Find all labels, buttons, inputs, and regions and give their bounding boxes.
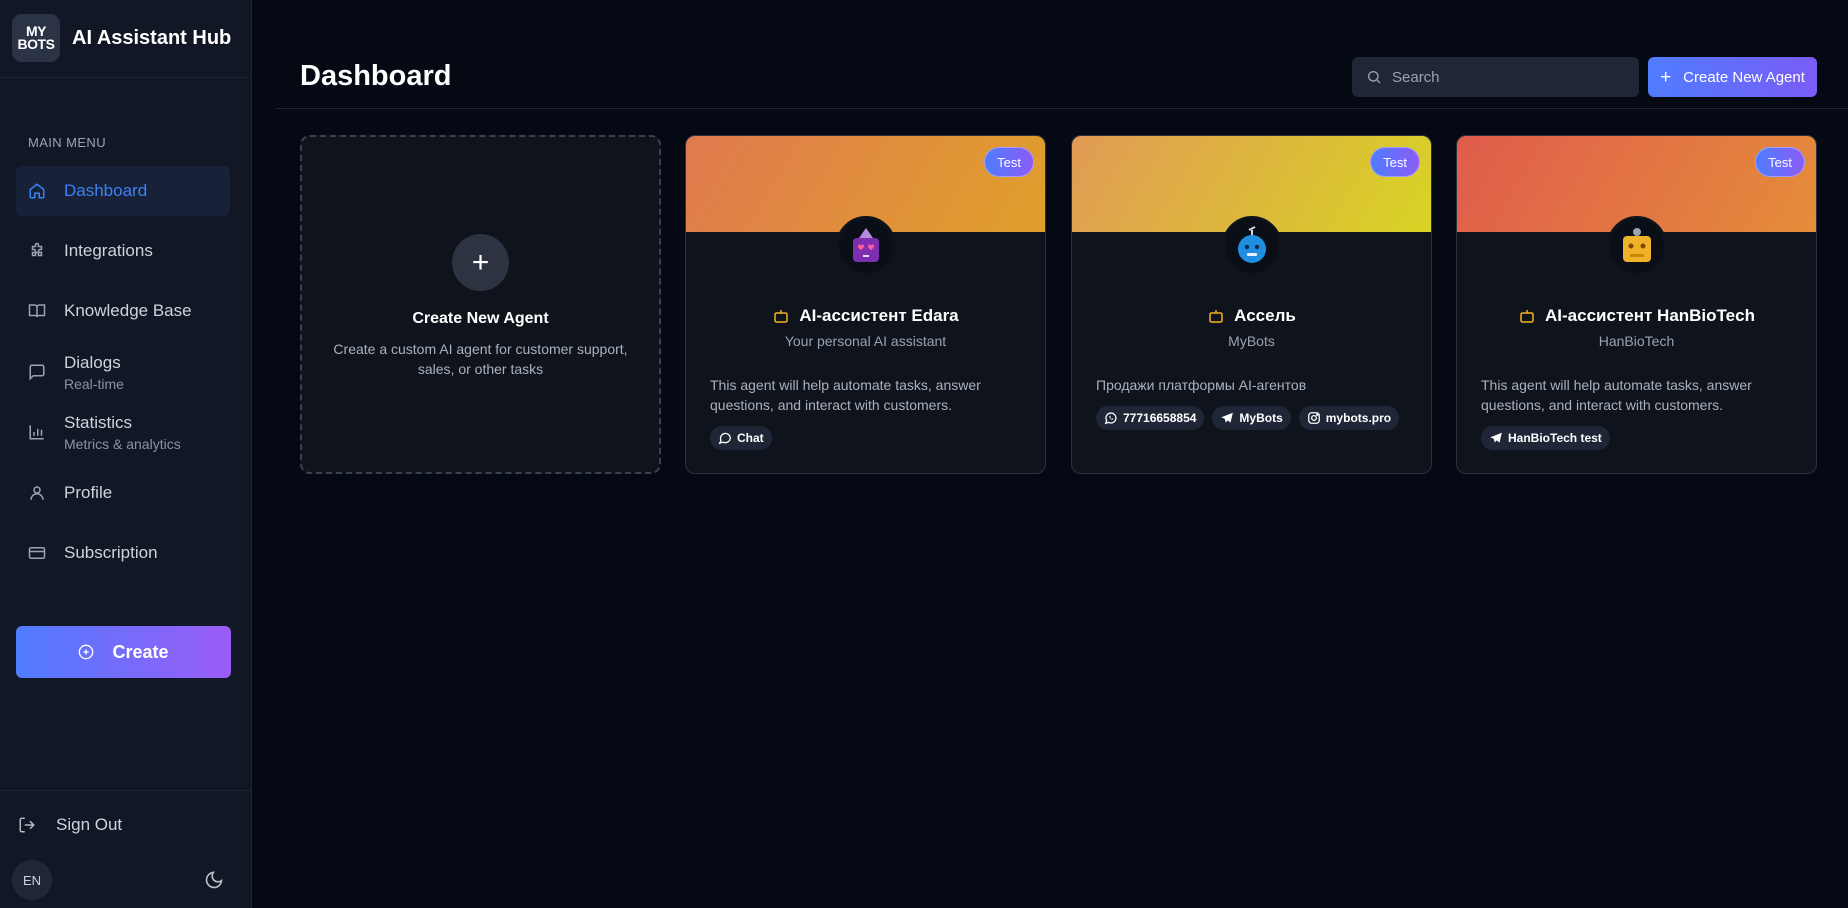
user-icon [30, 486, 44, 500]
sidebar-item-label: Subscription [64, 543, 158, 562]
status-badge: Test [1755, 147, 1805, 177]
agent-name-text: Ассель [1234, 306, 1296, 325]
sign-out-label: Sign Out [56, 815, 123, 834]
sidebar-item-integrations[interactable]: Integrations [16, 226, 230, 276]
telegram-icon [1221, 412, 1234, 423]
channel-chip-label: Chat [737, 431, 764, 445]
sidebar-item-sublabel: Metrics & analytics [64, 435, 181, 452]
sidebar-item-dashboard[interactable]: Dashboard [16, 166, 230, 216]
agent-description: This agent will help automate tasks, ans… [1481, 377, 1752, 413]
chat-icon [29, 364, 45, 381]
channel-chip[interactable]: HanBioTech test [1481, 426, 1610, 450]
channel-chip[interactable]: MyBots [1212, 406, 1291, 430]
sidebar-item-subscription[interactable]: Subscription [16, 528, 230, 578]
telegram-icon [1490, 432, 1502, 443]
sidebar-item-label: Profile [64, 483, 113, 502]
puzzle-icon [31, 242, 43, 257]
channel-chips: 77716658854 MyBots mybots.pro [1096, 406, 1400, 430]
search-icon [1368, 71, 1381, 84]
moon-icon[interactable] [204, 870, 224, 890]
sign-out-button[interactable]: Sign Out [18, 813, 122, 837]
robot-avatar-icon [1623, 228, 1651, 262]
robot-avatar-icon [1238, 226, 1266, 263]
language-switcher[interactable]: EN [12, 860, 52, 900]
agent-name-text: AI-ассистент HanBioTech [1545, 306, 1755, 325]
agent-subtitle: HanBioTech [1598, 333, 1675, 349]
header-divider [276, 108, 1848, 109]
plus-icon: + [452, 234, 509, 291]
agent-card[interactable]: Test AI-ассистент Edara Your personal AI… [685, 135, 1046, 474]
search-input[interactable] [1392, 68, 1622, 86]
robot-avatar-icon [853, 228, 879, 262]
channel-chip-label: mybots.pro [1325, 411, 1392, 425]
sidebar-item-label: Knowledge Base [64, 301, 192, 320]
channel-chips: HanBioTech test [1481, 426, 1610, 450]
whatsapp-icon [1104, 412, 1117, 425]
status-badge: Test [984, 147, 1034, 177]
instagram-icon [1307, 412, 1320, 424]
status-badge: Test [1370, 147, 1420, 177]
plus-circle-icon [79, 644, 94, 660]
create-new-agent-label: Create New Agent [1683, 68, 1805, 86]
create-button[interactable]: Create [16, 626, 231, 678]
channel-chip[interactable]: mybots.pro [1298, 406, 1400, 430]
sidebar-item-label: Dialogs [64, 352, 121, 372]
create-new-agent-button[interactable]: + Create New Agent [1648, 57, 1817, 97]
sidebar-item-label: Statistics [64, 412, 133, 432]
channel-chip-label: MyBots [1239, 411, 1283, 425]
brand-logo[interactable]: MY BOTS [12, 14, 60, 62]
sidebar-item-label: Dashboard [64, 181, 148, 200]
agent-name: AI-ассистент HanBioTech [1457, 306, 1816, 326]
agent-subtitle: MyBots [1228, 333, 1275, 349]
sidebar-item-profile[interactable]: Profile [16, 468, 230, 518]
channel-chip-label: 77716658854 [1123, 411, 1197, 425]
robot-icon [774, 310, 789, 323]
new-agent-card[interactable]: + Create New Agent Create a custom AI ag… [300, 135, 661, 474]
agent-card[interactable]: Test Ассель MyBots Продажи платформы AI-… [1071, 135, 1432, 474]
channel-chips: Chat [710, 426, 772, 450]
sidebar-item-sublabel: Real-time [64, 375, 124, 392]
avatar [1607, 216, 1667, 276]
channel-chip[interactable]: 77716658854 [1096, 406, 1205, 430]
sign-out-icon [19, 817, 35, 833]
robot-icon [1209, 310, 1223, 323]
sidebar: MY BOTS AI Assistant Hub MAIN MENU Dashb… [0, 0, 252, 908]
sidebar-item-label: Integrations [64, 241, 153, 260]
home-icon [29, 183, 45, 199]
channel-chip[interactable]: Chat [710, 426, 772, 450]
search-box[interactable] [1352, 57, 1639, 97]
page-title: Dashboard [300, 60, 452, 92]
new-agent-description: Create a custom AI agent for customer su… [333, 341, 628, 377]
plus-icon: + [1660, 66, 1672, 88]
agent-name: Ассель [1072, 306, 1431, 326]
bar-chart-icon [29, 425, 44, 440]
brand-logo-line2: BOTS [17, 36, 55, 52]
sidebar-item-dialogs[interactable]: Dialogs Real-time [16, 347, 230, 397]
agent-subtitle: Your personal AI assistant [784, 333, 947, 349]
sidebar-divider [0, 790, 252, 791]
avatar [836, 216, 896, 276]
robot-icon [1520, 310, 1534, 323]
menu-heading: MAIN MENU [28, 135, 106, 150]
avatar [1222, 216, 1282, 276]
channel-chip-label: HanBioTech test [1508, 431, 1602, 445]
sidebar-item-statistics[interactable]: Statistics Metrics & analytics [16, 407, 230, 457]
agent-name: AI-ассистент Edara [686, 306, 1045, 326]
agent-description: This agent will help automate tasks, ans… [710, 377, 981, 413]
new-agent-title: Create New Agent [412, 310, 549, 327]
credit-card-icon [28, 547, 46, 559]
sidebar-item-knowledge-base[interactable]: Knowledge Base [16, 286, 230, 336]
agent-name-text: AI-ассистент Edara [799, 306, 959, 325]
agent-card[interactable]: Test AI-ассистент HanBioTech HanBioTech … [1456, 135, 1817, 474]
chat-bubble-icon [718, 432, 731, 445]
brand-title: AI Assistant Hub [72, 27, 232, 49]
create-button-label: Create [112, 641, 169, 662]
book-icon [28, 304, 46, 318]
agent-description: Продажи платформы AI-агентов [1096, 377, 1307, 393]
brand: MY BOTS AI Assistant Hub [0, 0, 252, 78]
